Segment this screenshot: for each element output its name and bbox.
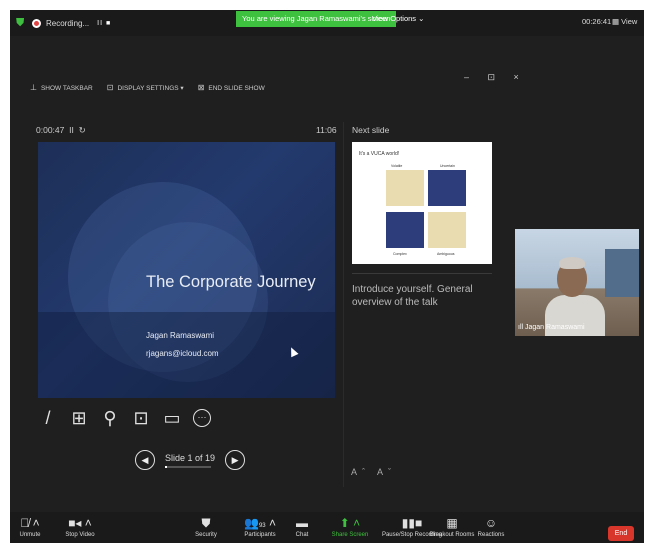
slide-counter-label: Slide 1 of 19 (165, 452, 216, 463)
slide-progress-track (165, 465, 211, 468)
next-slide-title: It's a VUCA world! (359, 151, 400, 157)
next-slide-preview[interactable]: It's a VUCA world! Volatile Uncertain Co… (352, 142, 492, 264)
pause-timer-icon[interactable]: II (69, 125, 74, 135)
presenter-toolbar: ⊥ SHOW TASKBAR ⊡ DISPLAY SETTINGS ▾ ⊠ END S… (30, 83, 265, 92)
pane-divider[interactable] (343, 122, 344, 487)
signal-bars-icon: ıll (518, 324, 525, 331)
more-options-icon[interactable]: ··· (193, 409, 211, 427)
slide-presenter-email: rjagans@icloud.com (146, 349, 219, 358)
font-size-buttons[interactable]: Aˆ Aˇ (351, 467, 396, 477)
current-slide[interactable]: The Corporate Journey Jagan Ramaswami rj… (38, 142, 335, 398)
display-settings-label: DISPLAY SETTINGS ▾ (117, 85, 184, 92)
notes-separator (352, 273, 492, 274)
end-slide-show-label: END SLIDE SHOW (208, 85, 265, 92)
speaker-notes: Introduce yourself. General overview of … (352, 284, 473, 308)
slide-title: The Corporate Journey (146, 273, 316, 291)
grid-view-icon: ▦ (612, 17, 622, 26)
chevron-right-icon: ▶ (231, 454, 239, 465)
word-cloud-complex (386, 212, 424, 248)
security-shield-icon[interactable]: ⛊ (16, 17, 27, 29)
chevron-left-icon: ◀ (141, 454, 149, 465)
next-slide-label: Ambiguous (437, 252, 455, 256)
unmute-label: Unmute (19, 532, 41, 538)
black-screen-icon[interactable]: ▭ (162, 407, 182, 429)
stop-video-label: Stop Video (65, 532, 95, 538)
next-slide-label: Complex (393, 252, 407, 256)
zoom-icon[interactable]: ⚲ (100, 407, 120, 429)
end-meeting-button[interactable]: End (608, 526, 634, 541)
zoom-meeting-window: ⛊ Recording... II ■ You are viewing Jaga… (10, 10, 644, 543)
participant-name: Jagan Ramaswami (525, 324, 585, 331)
word-cloud-uncertain (428, 170, 466, 206)
slide-presenter-name: Jagan Ramaswami (146, 331, 215, 340)
recording-dot-icon (32, 18, 41, 28)
share-screen-label: Share Screen (331, 532, 369, 538)
clock: 11:06 (316, 125, 337, 135)
top-bar: ⛊ Recording... II ■ You are viewing Jaga… (10, 10, 644, 36)
next-slide-label: Volatile (391, 164, 403, 168)
show-taskbar-button[interactable]: ⊥ SHOW TASKBAR (30, 83, 93, 92)
participant-count: 93 (258, 523, 266, 529)
pointer-icon[interactable]: ⊡ (131, 407, 151, 429)
recording-label: Recording... (46, 18, 90, 28)
video-camera-icon: ■◂ ˄ (68, 516, 92, 530)
meeting-timer: 00:26:41 (582, 17, 612, 26)
next-slide-header: Next slide (352, 125, 390, 135)
chat-label: Chat (295, 532, 309, 538)
security-label: Security (195, 532, 217, 538)
display-settings-icon: ⊡ (106, 83, 114, 92)
participants-label: Participants (244, 532, 276, 538)
slide-progress-fill (165, 465, 168, 468)
see-all-slides-icon[interactable]: ⊞ (69, 407, 89, 429)
window-controls[interactable]: – ⊡ × (464, 72, 527, 83)
video-background-building (605, 249, 639, 297)
word-cloud-ambiguous (428, 212, 466, 248)
elapsed-time: 0:00:47 (36, 125, 65, 135)
end-slide-show-icon: ⊠ (197, 83, 205, 92)
view-options-button[interactable]: View Options ⌄ (372, 13, 424, 25)
next-slide-button[interactable]: ▶ (225, 450, 246, 470)
previous-slide-button[interactable]: ◀ (135, 450, 155, 470)
reactions-label: Reactions (477, 532, 505, 538)
taskbar-icon: ⊥ (30, 83, 37, 92)
end-slide-show-button[interactable]: ⊠ END SLIDE SHOW (198, 83, 265, 92)
share-screen-button[interactable]: ⬆ ˄ Share Screen (320, 514, 380, 538)
participant-name-label: ıll Jagan Ramaswami (518, 324, 585, 331)
reactions-icon: ☺ (484, 516, 498, 530)
security-button[interactable]: ⛊ Security (176, 514, 236, 538)
recording-controls[interactable]: II ■ (97, 20, 111, 27)
video-person-hair (559, 257, 585, 269)
recording-indicator: Recording... II ■ (32, 15, 111, 31)
share-screen-icon: ⬆ ˄ (339, 516, 361, 530)
elapsed-timer-row: 0:00:47 II ↻ (36, 125, 86, 136)
participant-video[interactable]: ıll Jagan Ramaswami (515, 229, 639, 336)
slide-counter: Slide 1 of 19 (165, 453, 215, 468)
slide-tools: / ⊞ ⚲ ⊡ ▭ ··· (38, 407, 211, 429)
view-button[interactable]: ▦ View (612, 17, 637, 26)
slide-navigation: ◀ Slide 1 of 19 ▶ (135, 450, 246, 470)
reset-timer-icon[interactable]: ↻ (79, 125, 86, 135)
meeting-controls-bar: 🎙̸ ˄ Unmute ■◂ ˄ Stop Video ⛊ Security 👥93 … (10, 512, 644, 543)
show-taskbar-label: SHOW TASKBAR (40, 85, 93, 92)
reactions-button[interactable]: ☺ Reactions (461, 514, 521, 538)
shield-icon: ⛊ (201, 516, 211, 530)
next-slide-label: Uncertain (440, 164, 455, 168)
pen-icon[interactable]: / (38, 407, 58, 429)
word-cloud-volatile (386, 170, 424, 206)
stop-video-button[interactable]: ■◂ ˄ Stop Video (50, 514, 110, 538)
display-settings-button[interactable]: ⊡ DISPLAY SETTINGS ▾ (107, 83, 184, 92)
view-label: View (621, 17, 638, 26)
